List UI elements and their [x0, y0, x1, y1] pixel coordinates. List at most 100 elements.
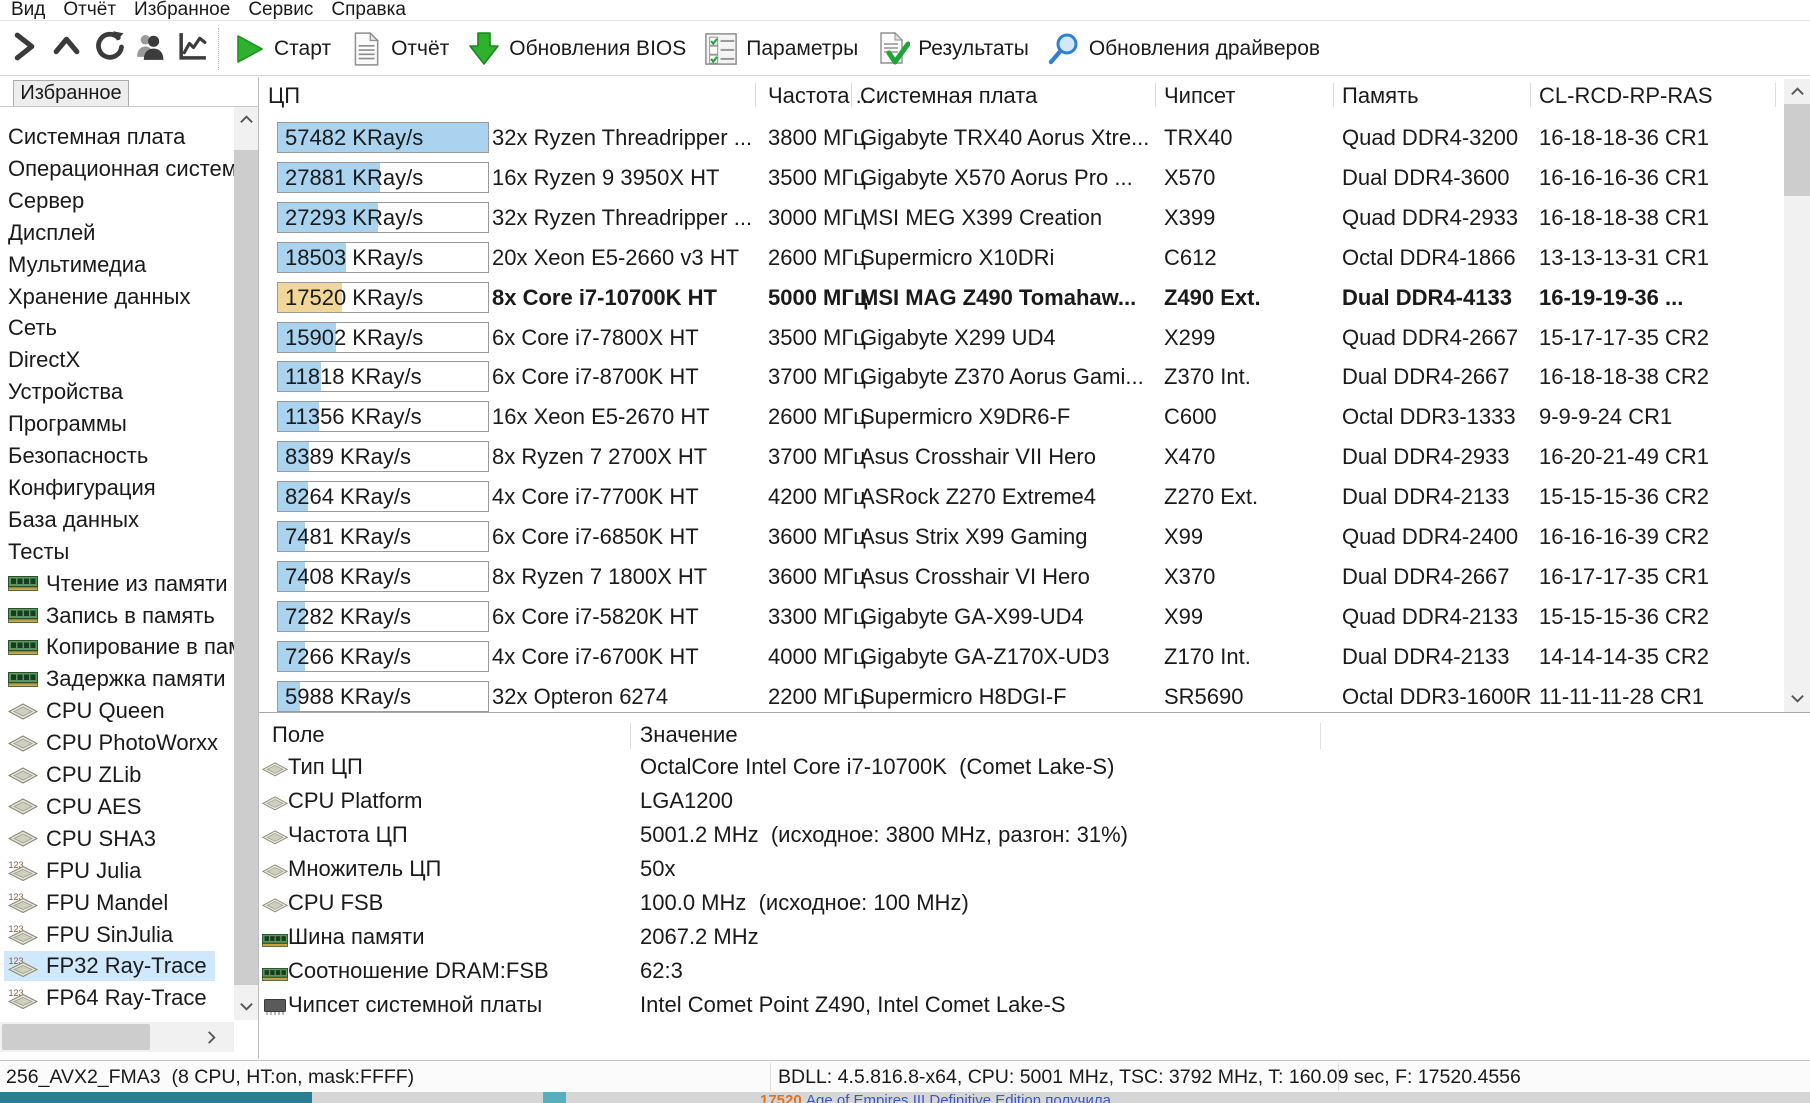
menu-item-2[interactable]: Отчёт [54, 0, 125, 21]
cell-memory: Quad DDR4-3200 [1342, 118, 1518, 158]
table-row[interactable]: 57482 KRay/s32x Ryzen Threadripper ...38… [259, 118, 1784, 158]
sidebar-item-19[interactable]: CPU Queen [4, 696, 173, 726]
cell-cl: 16-20-21-49 CR1 [1539, 437, 1709, 477]
sidebar-item-4[interactable]: Дисплей [4, 218, 103, 248]
toolbar-button-1[interactable]: Старт [223, 25, 340, 73]
column-header-1[interactable]: ЦП [268, 77, 300, 113]
sidebar-item-11[interactable]: Безопасность [4, 441, 156, 471]
table-row[interactable]: 8389 KRay/s8x Ryzen 7 2700X HT3700 МГцAs… [259, 437, 1784, 477]
menu-item-5[interactable]: Справка [322, 0, 415, 21]
toolbar-button-3[interactable]: Обновления BIOS [458, 25, 695, 73]
detail-row[interactable]: Множитель ЦП50x [259, 852, 1810, 886]
table-row[interactable]: 17520 KRay/s8x Core i7-10700K HT5000 МГц… [259, 278, 1784, 318]
sidebar-item-13[interactable]: База данных [4, 505, 147, 535]
sidebar-item-label: Безопасность [8, 443, 148, 469]
benchmark-value: 11356 KRay/s [285, 402, 422, 431]
toolbar-button-5[interactable]: Результаты [867, 25, 1038, 73]
sidebar-scroll-down-icon[interactable] [234, 996, 258, 1016]
detail-row[interactable]: Чипсет системной платыIntel Comet Point … [259, 988, 1810, 1022]
sidebar-item-25[interactable]: 123FPU Mandel [4, 888, 176, 918]
background-link-text[interactable]: Age of Empires III Definitive Edition по… [806, 1092, 1111, 1103]
column-header-2[interactable]: Частота ... [768, 77, 874, 113]
table-row[interactable]: 7408 KRay/s8x Ryzen 7 1800X HT3600 МГцAs… [259, 557, 1784, 597]
sidebar-item-7[interactable]: Сеть [4, 313, 65, 343]
forward-button[interactable] [6, 31, 42, 67]
sidebar-item-label: Запись в память [46, 603, 215, 629]
column-header-4[interactable]: Чипсет [1164, 77, 1235, 113]
detail-row[interactable]: Частота ЦП5001.2 MHz (исходное: 3800 MHz… [259, 818, 1810, 852]
sidebar-item-18[interactable]: Задержка памяти [4, 664, 234, 694]
sidebar-item-6[interactable]: Хранение данных [4, 282, 199, 312]
sidebar-item-label: Программы [8, 411, 127, 437]
table-row[interactable]: 7481 KRay/s6x Core i7-6850K HT3600 МГцAs… [259, 517, 1784, 557]
cell-memory: Dual DDR4-2933 [1342, 437, 1510, 477]
sidebar-item-3[interactable]: Сервер [4, 186, 92, 216]
table-row[interactable]: 5988 KRay/s32x Opteron 62742200 МГцSuper… [259, 677, 1784, 712]
up-icon [50, 30, 83, 68]
sidebar-item-8[interactable]: DirectX [4, 345, 88, 375]
toolbar-button-6[interactable]: Обновления драйверов [1038, 25, 1329, 73]
sidebar-item-28[interactable]: 123FP64 Ray-Trace [4, 983, 215, 1013]
sidebar-item-1[interactable]: Системная плата [4, 122, 193, 152]
tab-favorites[interactable]: Избранное [13, 80, 129, 107]
sidebar-item-20[interactable]: CPU PhotoWorxx [4, 728, 226, 758]
table-row[interactable]: 27881 KRay/s16x Ryzen 9 3950X HT3500 МГц… [259, 158, 1784, 198]
detail-row[interactable]: Тип ЦПOctalCore Intel Core i7-10700K (Co… [259, 750, 1810, 784]
sidebar-scrollbar-thumb[interactable] [234, 150, 258, 985]
sidebar-item-23[interactable]: CPU SHA3 [4, 824, 164, 854]
users-button[interactable] [132, 31, 168, 67]
menu-item-4[interactable]: Сервис [239, 0, 322, 21]
toolbar-button-2[interactable]: Отчёт [340, 25, 458, 73]
table-row[interactable]: 7282 KRay/s6x Core i7-5820K HT3300 МГцGi… [259, 597, 1784, 637]
toolbar-button-4[interactable]: Параметры [695, 25, 867, 73]
table-row[interactable]: 11818 KRay/s6x Core i7-8700K HT3700 МГцG… [259, 357, 1784, 397]
sidebar-scroll-up-icon[interactable] [234, 109, 258, 129]
sidebar-item-5[interactable]: Мультимедиа [4, 250, 154, 280]
cell-memory: Dual DDR4-2133 [1342, 637, 1510, 677]
sidebar-item-9[interactable]: Устройства [4, 377, 131, 407]
cell-cl: 15-15-15-36 CR2 [1539, 597, 1709, 637]
sidebar-item-16[interactable]: Запись в память [4, 601, 223, 631]
detail-row[interactable]: Соотношение DRAM:FSB62:3 [259, 954, 1810, 988]
benchmark-bar: 7481 KRay/s [277, 521, 489, 552]
table-row[interactable]: 15902 KRay/s6x Core i7-7800X HT3500 МГцG… [259, 318, 1784, 358]
column-header-5[interactable]: Память [1342, 77, 1419, 113]
sidebar-item-17[interactable]: Копирование в память [4, 632, 234, 662]
sidebar-item-15[interactable]: Чтение из памяти [4, 569, 234, 599]
cell-chipset: X470 [1164, 437, 1215, 477]
cell-cpu: 32x Ryzen Threadripper ... [492, 198, 752, 238]
sidebar-item-12[interactable]: Конфигурация [4, 473, 164, 503]
table-scrollbar-thumb[interactable] [1784, 104, 1810, 196]
table-scroll-down-icon[interactable] [1784, 688, 1810, 708]
sidebar-item-10[interactable]: Программы [4, 409, 135, 439]
cpu-icon [8, 703, 38, 720]
menu-item-3[interactable]: Избранное [125, 0, 239, 21]
table-row[interactable]: 8264 KRay/s4x Core i7-7700K HT4200 МГцAS… [259, 477, 1784, 517]
detail-row[interactable]: CPU FSB100.0 MHz (исходное: 100 MHz) [259, 886, 1810, 920]
sidebar-item-24[interactable]: 123FPU Julia [4, 856, 149, 886]
sidebar-item-2[interactable]: Операционная система [4, 154, 234, 184]
table-row[interactable]: 7266 KRay/s4x Core i7-6700K HT4000 МГцGi… [259, 637, 1784, 677]
sidebar-item-22[interactable]: CPU AES [4, 792, 149, 822]
cell-board: MSI MEG X399 Creation [860, 198, 1102, 238]
table-row[interactable]: 27293 KRay/s32x Ryzen Threadripper ...30… [259, 198, 1784, 238]
benchmark-bar: 8264 KRay/s [277, 481, 489, 512]
chart-button[interactable] [174, 31, 210, 67]
sidebar-item-26[interactable]: 123FPU SinJulia [4, 920, 181, 950]
detail-row[interactable]: Шина памяти2067.2 MHz [259, 920, 1810, 954]
table-row[interactable]: 11356 KRay/s16x Xeon E5-2670 HT2600 МГцS… [259, 397, 1784, 437]
sidebar-hscrollbar-thumb[interactable] [2, 1024, 150, 1050]
sidebar-item-21[interactable]: CPU ZLib [4, 760, 149, 790]
sidebar-item-27[interactable]: 123FP32 Ray-Trace [4, 951, 215, 981]
table-row[interactable]: 18503 KRay/s20x Xeon E5-2660 v3 HT2600 М… [259, 238, 1784, 278]
benchmark-value: 8389 KRay/s [285, 442, 411, 471]
sidebar-item-14[interactable]: Тесты [4, 537, 77, 567]
table-scroll-up-icon[interactable] [1784, 81, 1810, 101]
up-button[interactable] [48, 31, 84, 67]
refresh-button[interactable] [90, 31, 126, 67]
column-header-6[interactable]: CL-RCD-RP-RAS [1539, 77, 1713, 113]
column-header-3[interactable]: Системная плата [860, 77, 1037, 113]
menu-item-1[interactable]: Вид [2, 0, 54, 21]
sidebar-scroll-right-icon[interactable] [196, 1024, 226, 1050]
detail-row[interactable]: CPU PlatformLGA1200 [259, 784, 1810, 818]
